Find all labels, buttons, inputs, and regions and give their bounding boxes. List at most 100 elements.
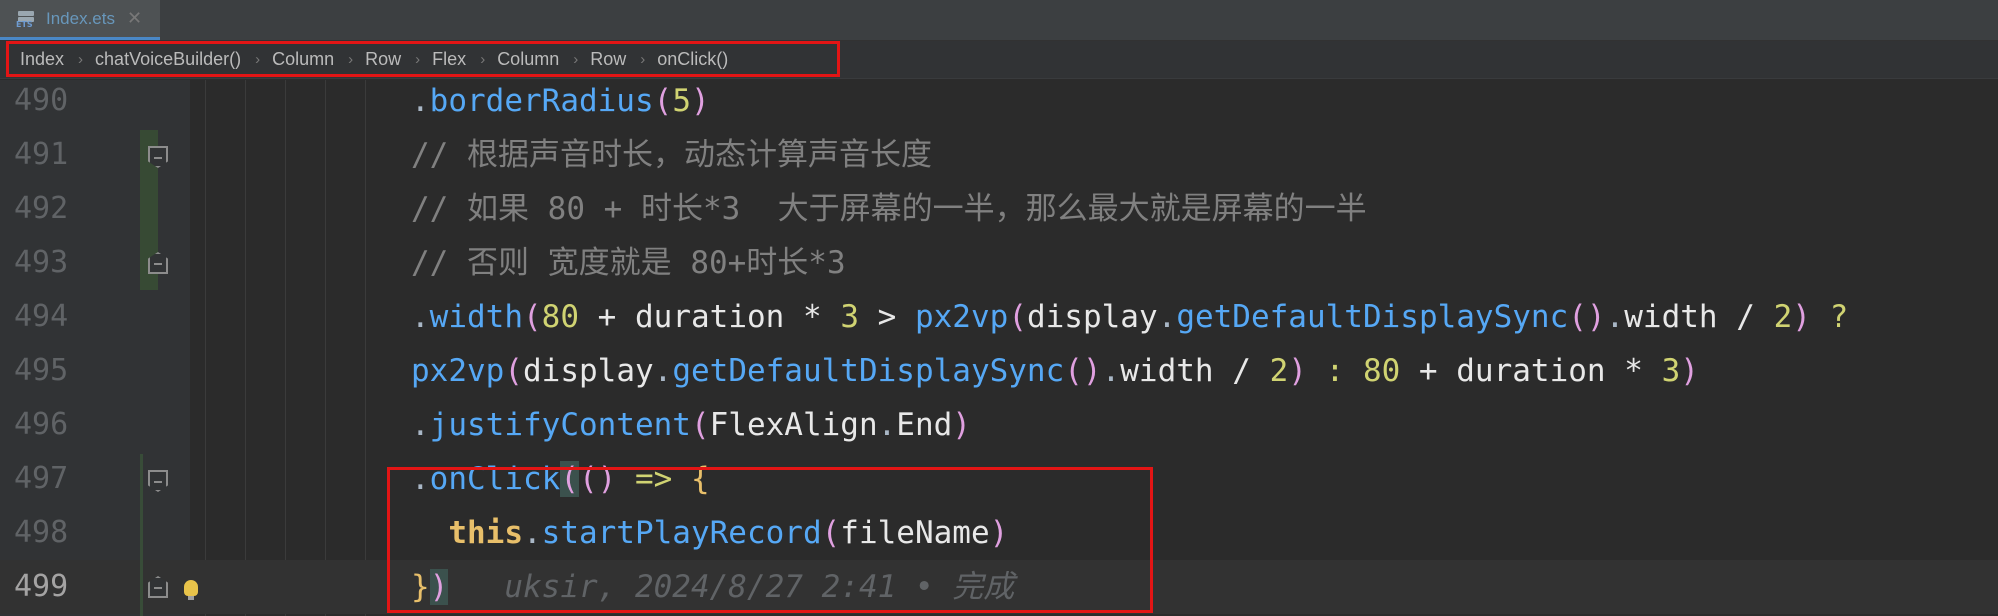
vcs-change-marker[interactable] [140, 454, 143, 616]
code-token: () [1064, 353, 1102, 389]
code-text: .borderRadius(5) [411, 74, 710, 128]
code-editor[interactable]: 490 .borderRadius(5) 491// 根据声音时长，动态计算声音长度… [0, 80, 1998, 616]
code-token: startPlayRecord [541, 515, 822, 551]
code-token: fileName [840, 515, 990, 551]
code-text: }) uksir, 2024/8/27 2:41 • 完成 [411, 560, 1014, 614]
code-token: . [411, 461, 430, 497]
code-token: * [1605, 353, 1662, 389]
breadcrumb-separator: › [640, 51, 646, 68]
code-token: ( [560, 461, 579, 497]
code-line[interactable]: 492 // 如果 80 + 时长*3 大于屏幕的一半，那么最大就是屏幕的一半 [0, 182, 1998, 236]
code-line[interactable]: 499 }) uksir, 2024/8/27 2:41 • 完成 [0, 560, 1998, 614]
line-number: 492 [14, 191, 69, 226]
line-number: 497 [14, 461, 69, 496]
breadcrumb-separator: › [415, 51, 421, 68]
code-token: duration [635, 299, 785, 335]
code-token: display [1026, 299, 1158, 335]
line-number: 498 [14, 515, 69, 550]
code-line[interactable]: 491 // 根据声音时长，动态计算声音长度 [0, 128, 1998, 182]
code-token: 2 [1269, 353, 1289, 389]
breadcrumb-item[interactable]: Flex [432, 49, 466, 70]
code-token: // 否则 宽度就是 80+时长*3 [411, 245, 846, 281]
code-token: 3 [1661, 353, 1681, 389]
code-line[interactable]: 497 .onClick(() => { [0, 452, 1998, 506]
line-number: 496 [14, 407, 69, 442]
code-token: ) [989, 515, 1009, 551]
code-text: // 根据声音时长，动态计算声音长度 [411, 128, 932, 182]
code-line[interactable]: 494 .width(80 + duration * 3 > px2vp(disp… [0, 290, 1998, 344]
line-number: 490 [14, 83, 69, 118]
code-token: uksir, 2024/8/27 2:41 • 完成 [448, 569, 1015, 605]
code-text: .width(80 + duration * 3 > px2vp(display… [411, 290, 1848, 344]
code-token: . [1101, 353, 1121, 389]
code-token: justifyContent [429, 407, 691, 443]
tab-label: Index.ets [46, 8, 115, 28]
line-number: 499 [14, 569, 69, 604]
code-line[interactable]: 493 // 否则 宽度就是 80+时长*3 [0, 236, 1998, 290]
code-token: + [579, 299, 635, 335]
breadcrumb-separator: › [573, 51, 579, 68]
code-token: + [1400, 353, 1457, 389]
code-token: / [1213, 353, 1270, 389]
code-token: ) [952, 407, 971, 443]
breadcrumb-separator: › [480, 51, 486, 68]
breadcrumb-item[interactable]: chatVoiceBuilder() [95, 49, 241, 70]
code-token: ( [690, 407, 710, 443]
line-number: 493 [14, 245, 69, 280]
code-line[interactable]: 495 px2vp(display.getDefaultDisplaySync()… [0, 344, 1998, 398]
code-token: ( [523, 299, 542, 335]
code-token: FlexAlign [709, 407, 878, 443]
editor-tab-bar: ETS Index.ets ✕ [0, 0, 1998, 41]
code-token: ) [1680, 353, 1699, 389]
code-line[interactable]: 490 .borderRadius(5) [0, 74, 1998, 128]
code-line[interactable]: 498 this.startPlayRecord(fileName) [0, 506, 1998, 560]
code-token: width [429, 299, 523, 335]
code-token: ( [821, 515, 841, 551]
code-token: . [522, 515, 542, 551]
breadcrumb-item[interactable]: Column [272, 49, 334, 70]
code-token: . [877, 407, 897, 443]
code-token: . [411, 83, 430, 119]
code-token: duration [1456, 353, 1606, 389]
close-icon[interactable]: ✕ [127, 8, 142, 29]
code-token: 5 [672, 83, 691, 119]
breadcrumb-separator: › [78, 51, 84, 68]
code-token: ) [1288, 353, 1307, 389]
code-line[interactable]: 496 .justifyContent(FlexAlign.End) [0, 398, 1998, 452]
code-token: px2vp [914, 299, 1009, 335]
code-token: 80 [1362, 353, 1401, 389]
code-token: 80 [541, 299, 579, 335]
code-token: () [579, 461, 617, 497]
code-token: . [1157, 299, 1177, 335]
code-text: // 如果 80 + 时长*3 大于屏幕的一半，那么最大就是屏幕的一半 [411, 182, 1367, 236]
breadcrumb-item[interactable]: Row [590, 49, 626, 70]
code-token: => [616, 461, 691, 497]
code-token: ) [1792, 299, 1811, 335]
tab-index-ets[interactable]: ETS Index.ets ✕ [0, 0, 160, 40]
ets-file-icon-text: ETS [16, 19, 33, 29]
code-token: . [411, 407, 430, 443]
code-token: ) [429, 569, 449, 605]
code-token: px2vp [411, 353, 505, 389]
code-token: End [896, 407, 953, 443]
code-token: ( [504, 353, 523, 389]
code-token: getDefaultDisplaySync [1176, 299, 1569, 335]
line-number: 495 [14, 353, 69, 388]
code-text: this.startPlayRecord(fileName) [411, 506, 1008, 560]
line-number: 491 [14, 137, 69, 172]
breadcrumb-item[interactable]: Row [365, 49, 401, 70]
breadcrumb-item[interactable]: Column [497, 49, 559, 70]
code-token: / [1717, 299, 1774, 335]
code-token: borderRadius [429, 83, 654, 119]
code-token: display [523, 353, 654, 389]
code-token: this [448, 515, 523, 551]
breadcrumb-item[interactable]: Index [20, 49, 64, 70]
code-token: width [1624, 299, 1718, 335]
code-token: . [653, 353, 673, 389]
code-token: . [411, 299, 430, 335]
lightbulb-icon[interactable] [184, 580, 198, 600]
breadcrumb-item[interactable]: onClick() [657, 49, 728, 70]
code-token: // 根据声音时长，动态计算声音长度 [411, 137, 932, 173]
code-text: .onClick(() => { [411, 452, 710, 506]
